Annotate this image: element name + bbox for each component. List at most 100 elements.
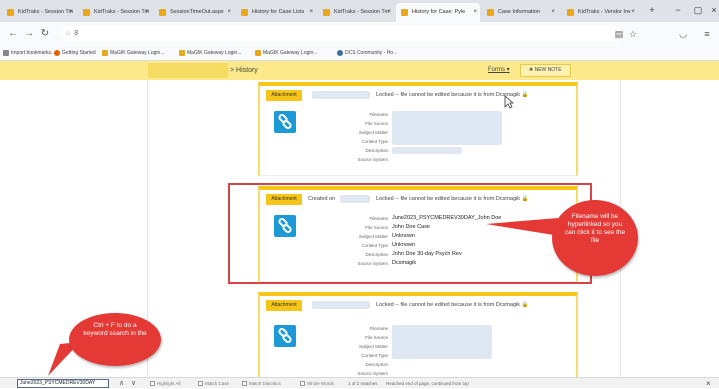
- highlight-all-checkbox[interactable]: Highlight All: [150, 379, 181, 388]
- back-icon[interactable]: ←: [6, 27, 20, 41]
- browser-nav-bar: ← → ↻ ○ 8 ▤ ☆ ◡ ≡: [0, 22, 719, 46]
- field-label: Content Type: [361, 353, 388, 358]
- tab-label: History for Case: Pyle: [412, 9, 466, 15]
- attachment-link-icon[interactable]: [274, 325, 296, 347]
- field-label: Description: [365, 362, 388, 367]
- browser-tab[interactable]: SessionTimeOut.aspx ×: [154, 3, 234, 22]
- browser-tab[interactable]: KidTraks - Session Tin ×: [2, 3, 76, 22]
- field-label: Source System: [357, 371, 388, 376]
- checkbox-icon: [300, 381, 305, 386]
- close-tab-icon[interactable]: ×: [631, 3, 635, 22]
- tab-label: SessionTimeOut.aspx: [170, 9, 224, 15]
- menu-icon[interactable]: ≡: [700, 27, 714, 41]
- new-note-label: NEW NOTE: [534, 67, 562, 73]
- bookmark-star-icon[interactable]: ☆: [626, 27, 640, 41]
- created-on-redacted: [312, 91, 370, 99]
- callout-filename: Filename will be hyperlinked so you can …: [552, 200, 638, 276]
- bookmark-label: Import bookmarks...: [11, 50, 56, 56]
- field-label: File Source: [365, 335, 388, 340]
- bookmark-item[interactable]: DCS Community - Ho...: [336, 46, 397, 61]
- option-label: Whole Words: [307, 381, 334, 386]
- new-note-button[interactable]: ✚ NEW NOTE: [520, 64, 571, 77]
- forward-icon[interactable]: →: [22, 27, 36, 41]
- close-find-icon[interactable]: ×: [706, 378, 711, 389]
- browser-tab-bar: KidTraks - Session Tin × KidTraks - Sess…: [0, 0, 719, 22]
- browser-tab[interactable]: KidTraks - Vendor Inv ×: [562, 3, 638, 22]
- site-favicon-icon: [159, 9, 166, 16]
- tab-label: History for Case Lists: [252, 9, 305, 15]
- callout-filename-text: Filename will be hyperlinked so you can …: [564, 213, 626, 244]
- close-tab-icon[interactable]: ×: [473, 3, 477, 22]
- lock-icon: 🔒: [521, 302, 529, 308]
- minimize-icon[interactable]: −: [668, 0, 688, 20]
- bookmark-item[interactable]: Getting Started: [53, 46, 96, 61]
- attachment-badge: Attachment: [266, 300, 302, 311]
- bookmark-label: MaGIK Gateway Login...: [263, 50, 318, 56]
- find-input[interactable]: June2023_PSYCMEDREV30DAY: [17, 379, 109, 388]
- bookmark-item[interactable]: Import bookmarks...: [2, 46, 55, 61]
- case-name-redacted: [148, 63, 228, 78]
- site-favicon-icon: [255, 50, 261, 56]
- close-tab-icon[interactable]: ×: [387, 3, 391, 22]
- option-label: Highlight All: [157, 381, 181, 386]
- match-diacritics-checkbox[interactable]: Match Diacritics: [242, 379, 281, 388]
- bookmark-item[interactable]: MaGIK Gateway Login...: [254, 46, 317, 61]
- browser-tab[interactable]: Case Information ×: [482, 3, 558, 22]
- whole-words-checkbox[interactable]: Whole Words: [300, 379, 334, 388]
- redacted-values: [392, 147, 462, 154]
- bookmark-item[interactable]: MaGIK Gateway Login...: [178, 46, 241, 61]
- locked-text: Locked -- file cannot be edited because …: [376, 302, 520, 308]
- close-tab-icon[interactable]: ×: [69, 3, 73, 22]
- close-tab-icon[interactable]: ×: [145, 3, 149, 22]
- locked-message: Locked -- file cannot be edited because …: [376, 301, 528, 310]
- match-case-checkbox[interactable]: Match Case: [198, 379, 229, 388]
- close-window-icon[interactable]: ×: [704, 0, 719, 20]
- find-match-count: 1 of 2 matches: [348, 381, 378, 386]
- close-tab-icon[interactable]: ×: [551, 3, 555, 22]
- option-label: Match Case: [205, 381, 230, 386]
- caret-down-icon: ▾: [506, 67, 510, 73]
- close-tab-icon[interactable]: ×: [309, 3, 313, 22]
- bookmark-label: Getting Started: [62, 50, 96, 56]
- field-label: Source System: [357, 157, 388, 162]
- attachment-link-icon[interactable]: [274, 111, 296, 133]
- new-tab-icon[interactable]: +: [642, 0, 662, 20]
- option-label: Match Diacritics: [249, 381, 281, 386]
- forms-menu[interactable]: Forms ▾: [488, 61, 510, 80]
- checkbox-icon: [150, 381, 155, 386]
- history-attachment-card: Attachment Locked -- file cannot be edit…: [258, 82, 578, 176]
- tab-label: Case Information: [498, 9, 540, 15]
- redacted-values: [392, 111, 502, 145]
- pocket-icon[interactable]: ◡: [676, 27, 690, 41]
- shield-icon: ○: [66, 30, 71, 37]
- find-next-icon[interactable]: ∨: [131, 378, 136, 389]
- site-favicon-icon: [323, 9, 330, 16]
- find-previous-icon[interactable]: ∧: [119, 378, 124, 389]
- site-favicon-icon: [83, 9, 90, 16]
- browser-tab[interactable]: History for Case Lists ×: [236, 3, 316, 22]
- app-header: > History Forms ▾ ✚ NEW NOTE: [0, 61, 719, 80]
- callout-search-text: Ctrl + F to do a keyword search in the: [83, 322, 147, 337]
- site-favicon-icon: [567, 9, 574, 16]
- bookmark-label: DCS Community - Ho...: [345, 50, 398, 56]
- community-icon: [337, 50, 343, 56]
- history-attachment-card: Attachment Locked -- file cannot be edit…: [258, 292, 578, 378]
- browser-tab[interactable]: KidTraks - Session Tin ×: [318, 3, 394, 22]
- reload-icon[interactable]: ↻: [38, 27, 52, 41]
- field-label: Description: [365, 148, 388, 153]
- forms-label: Forms: [488, 67, 505, 73]
- plus-icon: ✚: [529, 67, 534, 73]
- field-label: Subject Matter: [358, 344, 388, 349]
- browser-tab[interactable]: KidTraks - Session Tin ×: [78, 3, 152, 22]
- locked-text: Locked -- file cannot be edited because …: [376, 92, 520, 98]
- site-favicon-icon: [487, 9, 494, 16]
- field-label: File Source: [365, 121, 388, 126]
- url-text: 8: [74, 30, 79, 37]
- bookmark-label: MaGIK Gateway Login...: [187, 50, 242, 56]
- browser-tab-active[interactable]: History for Case: Pyle ×: [396, 3, 480, 22]
- close-tab-icon[interactable]: ×: [227, 3, 231, 22]
- address-bar[interactable]: ○ 8: [62, 26, 622, 42]
- bookmark-item[interactable]: MaGIK Gateway Login...: [101, 46, 164, 61]
- field-label: Filename: [369, 326, 388, 331]
- reader-view-icon[interactable]: ▤: [612, 27, 626, 41]
